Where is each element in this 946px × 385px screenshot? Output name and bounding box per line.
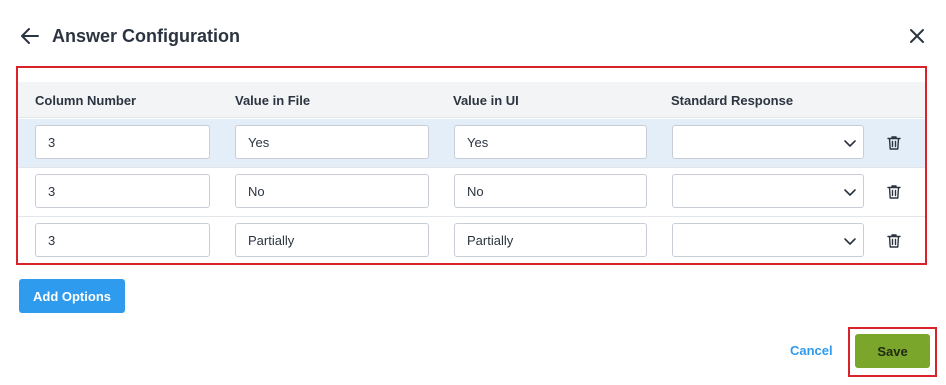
- table-row: [18, 217, 925, 266]
- value-in-ui-input[interactable]: [454, 223, 647, 257]
- column-number-input[interactable]: [35, 223, 210, 257]
- column-header-value-in-file: Value in File: [235, 93, 311, 108]
- column-header-value-in-ui: Value in UI: [453, 93, 519, 108]
- chevron-down-icon: [844, 140, 856, 147]
- answer-options-table: Column Number Value in File Value in UI …: [16, 66, 927, 265]
- save-highlight: Save: [848, 327, 937, 377]
- table-row: [18, 168, 925, 217]
- add-options-button[interactable]: Add Options: [19, 279, 125, 313]
- trash-icon[interactable]: [885, 232, 903, 250]
- trash-icon[interactable]: [885, 134, 903, 152]
- column-number-input[interactable]: [35, 125, 210, 159]
- value-in-ui-input[interactable]: [454, 174, 647, 208]
- close-icon[interactable]: [905, 24, 929, 48]
- save-button[interactable]: Save: [855, 334, 930, 368]
- standard-response-select[interactable]: [672, 174, 864, 208]
- table-row: [18, 119, 925, 168]
- column-header-column-number: Column Number: [35, 93, 137, 108]
- value-in-file-input[interactable]: [235, 223, 429, 257]
- value-in-ui-input[interactable]: [454, 125, 647, 159]
- column-number-input[interactable]: [35, 174, 210, 208]
- arrow-left-icon[interactable]: [18, 24, 42, 48]
- trash-icon[interactable]: [885, 183, 903, 201]
- chevron-down-icon: [844, 189, 856, 196]
- cancel-button[interactable]: Cancel: [790, 342, 833, 360]
- dialog-title: Answer Configuration: [52, 26, 240, 46]
- dialog-header: Answer Configuration: [0, 0, 946, 70]
- value-in-file-input[interactable]: [235, 174, 429, 208]
- value-in-file-input[interactable]: [235, 125, 429, 159]
- standard-response-select[interactable]: [672, 125, 864, 159]
- column-header-standard-response: Standard Response: [671, 93, 794, 108]
- table-header: Column Number Value in File Value in UI …: [18, 82, 925, 118]
- chevron-down-icon: [844, 238, 856, 245]
- standard-response-select[interactable]: [672, 223, 864, 257]
